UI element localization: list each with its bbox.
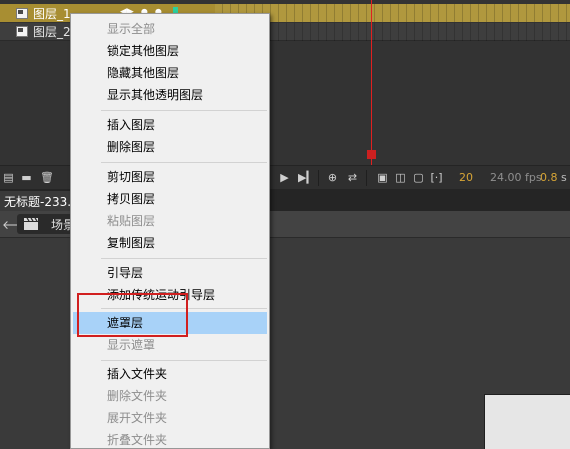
menu-separator (101, 360, 267, 361)
menu-item-collapse-folder: 折叠文件夹 (107, 433, 168, 447)
current-frame[interactable]: 20 (459, 171, 473, 184)
frame-rate[interactable]: 24.00 fps (490, 171, 542, 184)
playhead-marker[interactable] (367, 150, 376, 159)
layer-name: 图层_1 (33, 6, 71, 21)
stage-canvas[interactable] (484, 394, 570, 449)
menu-item-hide-others[interactable]: 隐藏其他图层 (73, 62, 267, 84)
menu-item-paste-layer: 粘贴图层 (107, 214, 156, 228)
loop-icon[interactable]: ⇄ (346, 171, 359, 184)
elapsed-time-value: 0.8 (540, 171, 558, 184)
menu-item-duplicate-layer[interactable]: 复制图层 (73, 232, 267, 254)
modify-markers-icon[interactable]: [·] (430, 171, 443, 184)
center-frame-icon[interactable]: ⊕ (326, 171, 339, 184)
onion-skin-outline-icon[interactable]: ◫ (394, 171, 407, 184)
go-to-last-frame-icon[interactable]: ▶▎ (298, 171, 315, 184)
layer-icon (16, 26, 28, 37)
new-folder-icon[interactable]: ▬ (20, 171, 33, 184)
layer-name: 图层_2 (33, 25, 71, 39)
layer-icon (16, 7, 28, 19)
menu-item-delete-layer[interactable]: 删除图层 (73, 136, 267, 158)
menu-item-show-mask: 显示遮罩 (107, 338, 156, 352)
menu-item-expand-folder: 展开文件夹 (107, 411, 168, 425)
menu-item-guide-layer[interactable]: 引导层 (73, 262, 267, 284)
menu-item-show-all: 显示全部 (107, 22, 156, 36)
toolbar-divider (318, 170, 319, 186)
menu-item-insert-layer[interactable]: 插入图层 (73, 114, 267, 136)
annotation-highlight-box (77, 293, 188, 337)
clapperboard-icon (24, 217, 38, 230)
new-layer-icon[interactable]: ▤ (2, 171, 15, 184)
menu-item-show-others-transparent[interactable]: 显示其他透明图层 (73, 84, 267, 106)
playhead[interactable] (371, 0, 372, 165)
toolbar-divider (366, 170, 367, 186)
menu-item-insert-folder[interactable]: 插入文件夹 (73, 363, 267, 385)
elapsed-time[interactable]: 0.8 s (540, 171, 567, 184)
step-forward-icon[interactable]: ▶ (278, 171, 291, 184)
edit-multiple-frames-icon[interactable]: ▢ (412, 171, 425, 184)
menu-item-lock-others[interactable]: 锁定其他图层 (73, 40, 267, 62)
menu-separator (101, 162, 267, 163)
layer-context-menu: 显示全部 锁定其他图层 隐藏其他图层 显示其他透明图层 插入图层 删除图层 剪切… (70, 13, 270, 449)
scene-selector[interactable]: 场景 (17, 214, 77, 234)
menu-item-copy-layer[interactable]: 拷贝图层 (73, 188, 267, 210)
menu-separator (101, 258, 267, 259)
trash-icon[interactable]: 🗑 (40, 171, 54, 184)
onion-skin-icon[interactable]: ▣ (376, 171, 389, 184)
elapsed-time-unit: s (561, 171, 567, 184)
menu-item-cut-layer[interactable]: 剪切图层 (73, 166, 267, 188)
menu-item-delete-folder: 删除文件夹 (107, 389, 168, 403)
menu-separator (101, 110, 267, 111)
